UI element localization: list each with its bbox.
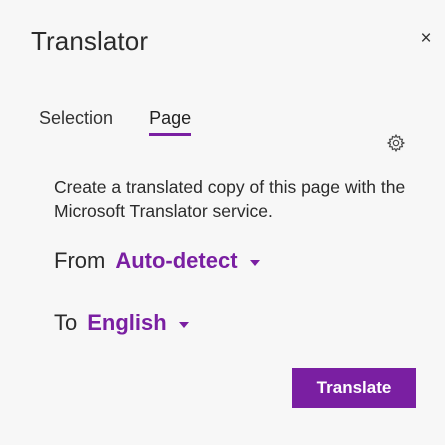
tab-selection[interactable]: Selection — [39, 108, 113, 136]
chevron-down-icon — [249, 259, 260, 266]
translator-pane: Translator × Selection Page Create a tra… — [0, 0, 445, 445]
from-language-dropdown[interactable]: Auto-detect — [115, 248, 260, 274]
from-row: From Auto-detect — [54, 248, 260, 274]
to-language-dropdown[interactable]: English — [87, 310, 189, 336]
close-icon[interactable]: × — [417, 28, 435, 49]
from-language-value: Auto-detect — [115, 248, 238, 273]
from-label: From — [54, 248, 106, 273]
tab-page[interactable]: Page — [149, 108, 192, 136]
gear-icon[interactable] — [386, 133, 406, 153]
description-text: Create a translated copy of this page wi… — [54, 177, 406, 221]
translate-button[interactable]: Translate — [292, 368, 416, 408]
to-label: To — [54, 310, 78, 335]
to-language-value: English — [87, 310, 167, 335]
to-row: To English — [54, 310, 189, 336]
chevron-down-icon — [178, 321, 189, 328]
tab-bar: Selection Page — [39, 108, 192, 136]
pane-title: Translator — [31, 26, 149, 56]
